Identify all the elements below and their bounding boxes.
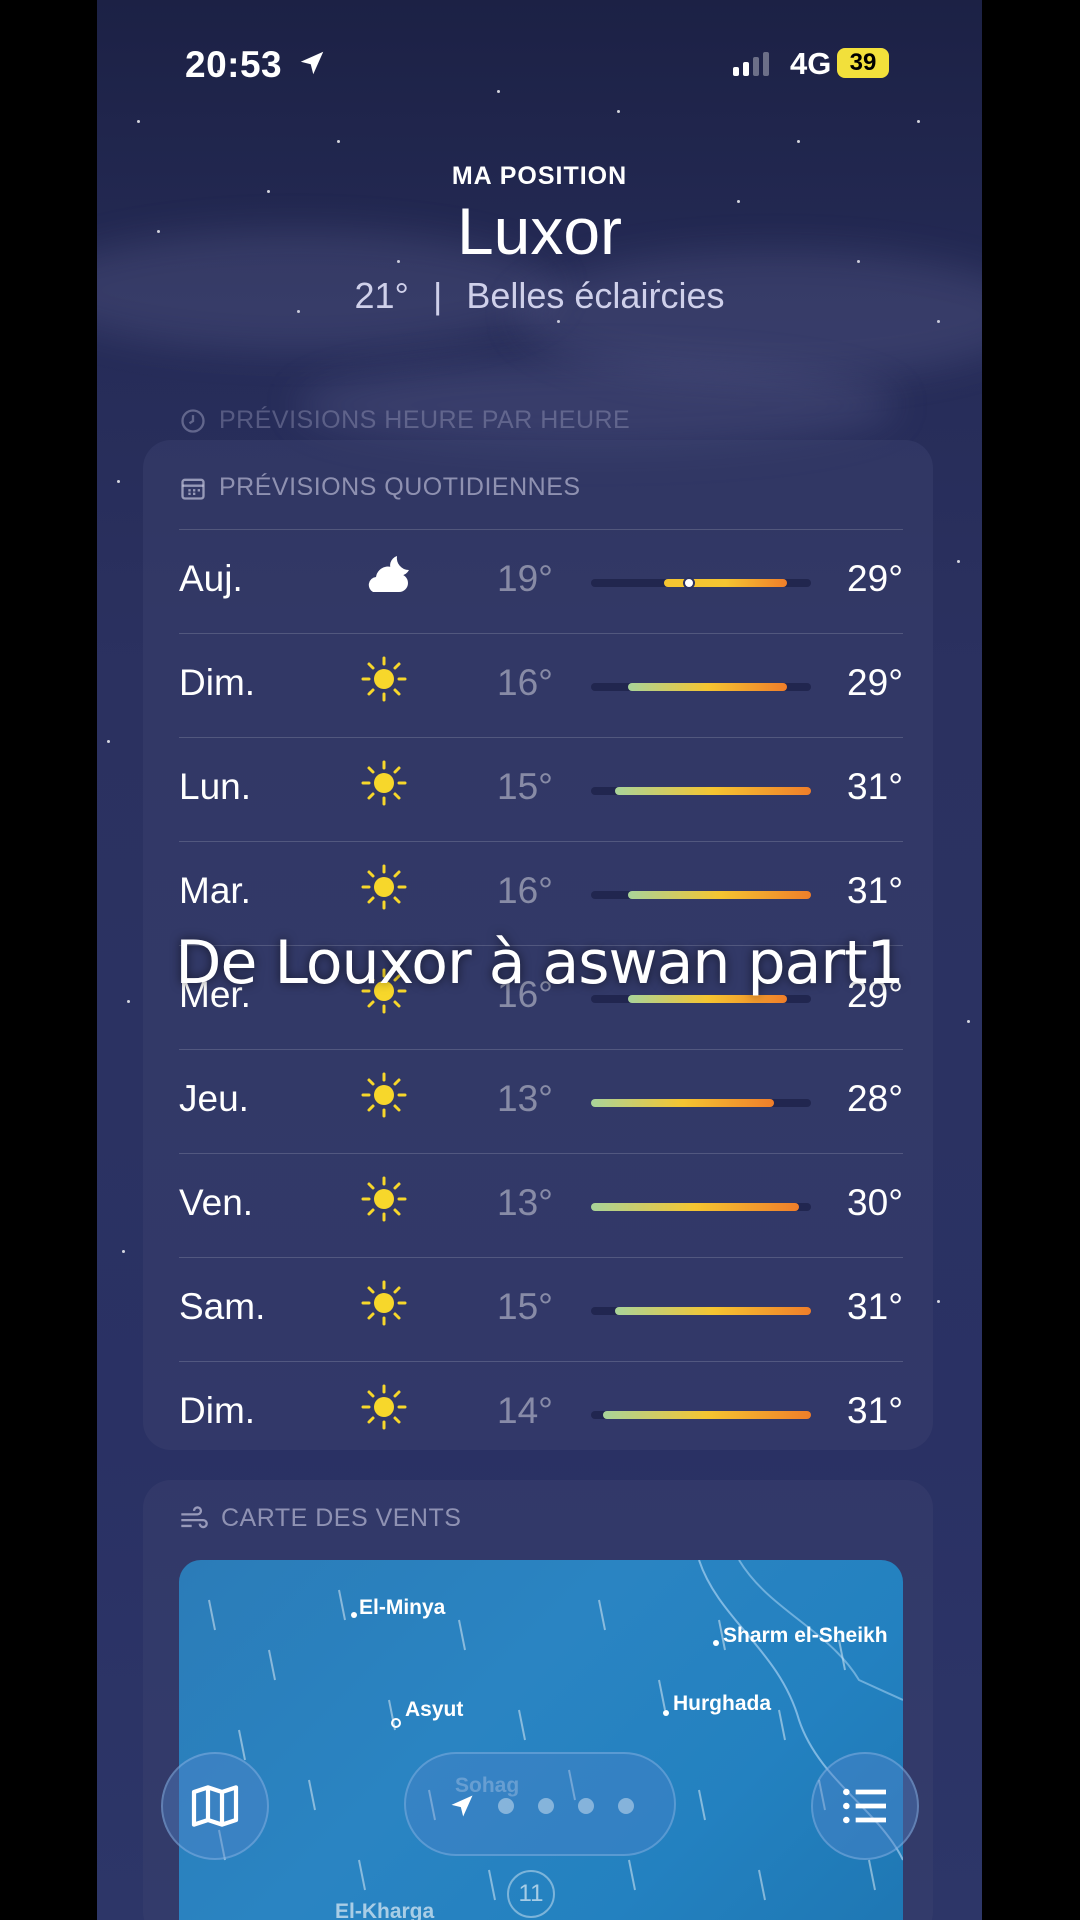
forecast-day: Ven. bbox=[179, 1182, 254, 1223]
condition-text: Belles éclaircies bbox=[466, 275, 725, 316]
current-temp-marker bbox=[682, 577, 695, 589]
calendar-icon bbox=[181, 478, 205, 500]
forecast-row[interactable]: Lun. 15° 31° bbox=[179, 737, 903, 841]
forecast-low: 13° bbox=[497, 1078, 553, 1119]
forecast-low: 15° bbox=[497, 766, 553, 807]
video-caption: De Louxor à aswan part1 bbox=[175, 928, 904, 998]
location-services-icon bbox=[300, 51, 324, 75]
weather-screen: 20:53 4G 39 MA POSITION Luxor 21° | Bell… bbox=[97, 0, 982, 1920]
wind-map[interactable]: El-Minya Sharm el-Sheikh Asyut Hurghada … bbox=[179, 1560, 903, 1920]
cellular-signal-icon bbox=[733, 52, 769, 76]
wind-streaks bbox=[208, 1560, 903, 1901]
page-dot[interactable] bbox=[538, 1798, 554, 1814]
forecast-high: 31° bbox=[847, 1286, 903, 1327]
forecast-high: 28° bbox=[847, 1078, 903, 1119]
sun-icon bbox=[359, 1070, 409, 1120]
map-place-sharm-el-sheikh: Sharm el-Sheikh bbox=[723, 1624, 888, 1647]
location-label: MA POSITION bbox=[451, 162, 628, 190]
temperature-range-bar bbox=[615, 787, 811, 795]
temperature-range-bar bbox=[603, 1411, 811, 1419]
sun-icon bbox=[359, 758, 409, 808]
map-place-hurghada: Hurghada bbox=[673, 1692, 772, 1715]
page-dot[interactable] bbox=[578, 1798, 594, 1814]
forecast-high: 31° bbox=[847, 766, 903, 807]
forecast-day: Mar. bbox=[179, 870, 251, 911]
temperature-range-track bbox=[591, 1203, 811, 1211]
separator: | bbox=[432, 275, 443, 316]
list-icon bbox=[843, 1788, 886, 1824]
wind-map-label: CARTE DES VENTS bbox=[179, 1504, 461, 1533]
forecast-high: 30° bbox=[847, 1182, 903, 1223]
current-temperature: 21° bbox=[354, 275, 409, 316]
temperature-range-bar bbox=[591, 1203, 799, 1211]
partly-cloudy-night-icon bbox=[359, 550, 409, 600]
page-dot[interactable] bbox=[498, 1798, 514, 1814]
forecast-low: 19° bbox=[497, 558, 553, 599]
forecast-high: 29° bbox=[847, 558, 903, 599]
temperature-range-track bbox=[591, 891, 811, 899]
sun-icon bbox=[359, 1278, 409, 1328]
location-arrow-icon bbox=[451, 1795, 473, 1817]
forecast-low: 16° bbox=[497, 870, 553, 911]
temperature-range-track bbox=[591, 1099, 811, 1107]
city-name: Luxor bbox=[456, 194, 623, 268]
location-header: MA POSITION Luxor 21° | Belles éclaircie… bbox=[97, 162, 982, 317]
temperature-range-bar bbox=[627, 891, 811, 899]
temperature-range-track bbox=[591, 683, 811, 691]
forecast-row[interactable]: Auj. 19° 29° bbox=[179, 529, 903, 633]
temperature-range-bar bbox=[615, 1307, 811, 1315]
forecast-day: Auj. bbox=[179, 558, 243, 599]
forecast-row[interactable]: Ven. 13° 30° bbox=[179, 1153, 903, 1257]
forecast-row[interactable]: Sam. 15° 31° bbox=[179, 1257, 903, 1361]
status-time: 20:53 bbox=[185, 44, 283, 85]
sun-icon bbox=[359, 1382, 409, 1432]
temperature-range-bar bbox=[591, 1099, 775, 1107]
sun-icon bbox=[359, 862, 409, 912]
forecast-low: 13° bbox=[497, 1182, 553, 1223]
map-badge: 11 bbox=[507, 1870, 555, 1918]
map-place-el-minya: El-Minya bbox=[359, 1596, 446, 1619]
clock-icon bbox=[181, 408, 205, 433]
forecast-low: 15° bbox=[497, 1286, 553, 1327]
forecast-high: 31° bbox=[847, 1390, 903, 1431]
page-dot[interactable] bbox=[618, 1798, 634, 1814]
temperature-range-track bbox=[591, 787, 811, 795]
location-pager[interactable] bbox=[404, 1752, 676, 1856]
forecast-row[interactable]: Dim. 14° 31° bbox=[179, 1361, 903, 1465]
status-bar: 20:53 4G 39 bbox=[97, 40, 982, 90]
map-icon bbox=[191, 1785, 239, 1827]
temperature-range-track bbox=[591, 1411, 811, 1419]
temperature-range-bar bbox=[627, 683, 787, 691]
wind-icon bbox=[181, 1505, 208, 1528]
forecast-day: Dim. bbox=[179, 662, 256, 703]
forecast-day: Lun. bbox=[179, 766, 252, 807]
network-type: 4G bbox=[790, 46, 832, 81]
daily-forecast-label: PRÉVISIONS QUOTIDIENNES bbox=[179, 473, 581, 502]
sun-icon bbox=[359, 654, 409, 704]
forecast-day: Jeu. bbox=[179, 1078, 249, 1119]
forecast-high: 29° bbox=[847, 662, 903, 703]
forecast-high: 31° bbox=[847, 870, 903, 911]
forecast-row[interactable]: Jeu. 13° 28° bbox=[179, 1049, 903, 1153]
forecast-low: 16° bbox=[497, 662, 553, 703]
forecast-row[interactable]: Dim. 16° 29° bbox=[179, 633, 903, 737]
map-place-el-kharga: El-Kharga bbox=[335, 1900, 435, 1920]
temperature-range-track bbox=[591, 577, 811, 589]
temperature-range-track bbox=[591, 1307, 811, 1315]
map-place-asyut: Asyut bbox=[405, 1698, 464, 1721]
hourly-forecast-label[interactable]: PRÉVISIONS HEURE PAR HEURE bbox=[179, 406, 630, 435]
forecast-low: 14° bbox=[497, 1390, 553, 1431]
forecast-day: Sam. bbox=[179, 1286, 266, 1327]
locations-list-button[interactable] bbox=[811, 1752, 919, 1860]
map-button[interactable] bbox=[161, 1752, 269, 1860]
forecast-day: Dim. bbox=[179, 1390, 256, 1431]
current-conditions: 21° | Belles éclaircies bbox=[97, 275, 982, 317]
battery-indicator: 39 bbox=[837, 48, 889, 78]
sun-icon bbox=[359, 1174, 409, 1224]
